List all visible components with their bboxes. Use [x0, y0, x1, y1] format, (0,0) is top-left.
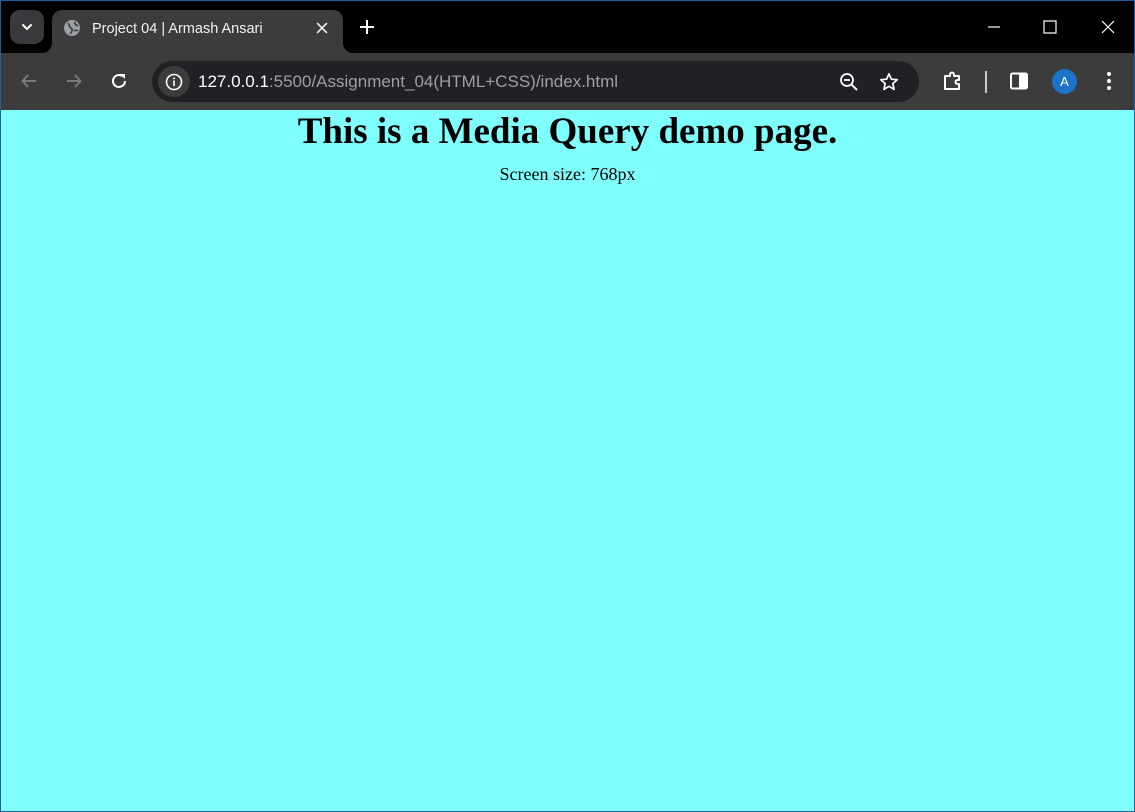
kebab-menu-icon [1107, 72, 1111, 90]
forward-button[interactable] [58, 65, 90, 97]
tab-search-button[interactable] [10, 10, 44, 44]
browser-toolbar: 127.0.0.1:5500/Assignment_04(HTML+CSS)/i… [1, 53, 1134, 110]
active-tab[interactable]: Project 04 | Armash Ansari [52, 10, 343, 53]
url-text[interactable]: 127.0.0.1:5500/Assignment_04(HTML+CSS)/i… [198, 71, 618, 92]
reload-icon [112, 73, 126, 88]
maximize-icon [1043, 20, 1057, 34]
plus-icon [360, 20, 374, 34]
puzzle-icon [944, 71, 960, 90]
profile-avatar[interactable]: A [1052, 69, 1077, 94]
page-viewport: This is a Media Query demo page. Screen … [1, 110, 1134, 811]
menu-button[interactable] [1093, 65, 1125, 97]
zoom-out-icon [840, 73, 858, 91]
side-panel-icon [1010, 72, 1028, 90]
toolbar-divider [985, 71, 987, 93]
maximize-button[interactable] [1030, 7, 1070, 47]
tab-title: Project 04 | Armash Ansari [92, 21, 263, 37]
screen-size-text: Screen size: 768px [499, 164, 636, 184]
page-heading: This is a Media Query demo page. [297, 111, 838, 152]
bookmark-button[interactable] [876, 69, 902, 95]
minimize-icon [988, 26, 1000, 28]
info-icon [165, 73, 183, 90]
reload-button[interactable] [103, 65, 135, 97]
tab-close-button[interactable] [312, 18, 332, 38]
close-window-button[interactable] [1088, 7, 1128, 47]
site-info-button[interactable] [158, 66, 190, 97]
back-button[interactable] [13, 65, 45, 97]
minimize-button[interactable] [974, 7, 1014, 47]
zoom-button[interactable] [836, 69, 862, 95]
url-host: 127.0.0.1 [198, 72, 269, 91]
browser-window: Project 04 | Armash Ansari 127.0.0.1:550… [0, 0, 1135, 812]
extensions-button[interactable] [937, 65, 969, 97]
address-bar[interactable]: 127.0.0.1:5500/Assignment_04(HTML+CSS)/i… [152, 61, 919, 102]
chevron-down-icon [22, 24, 32, 30]
star-icon [879, 72, 899, 91]
arrow-left-icon [21, 74, 36, 88]
close-icon [1101, 20, 1115, 34]
new-tab-button[interactable] [354, 14, 380, 40]
url-path: :5500/Assignment_04(HTML+CSS)/index.html [268, 72, 619, 91]
globe-icon [64, 20, 80, 36]
close-icon [316, 22, 328, 34]
side-panel-button[interactable] [1003, 65, 1035, 97]
arrow-right-icon [67, 74, 82, 88]
tab-strip: Project 04 | Armash Ansari [1, 1, 1134, 53]
